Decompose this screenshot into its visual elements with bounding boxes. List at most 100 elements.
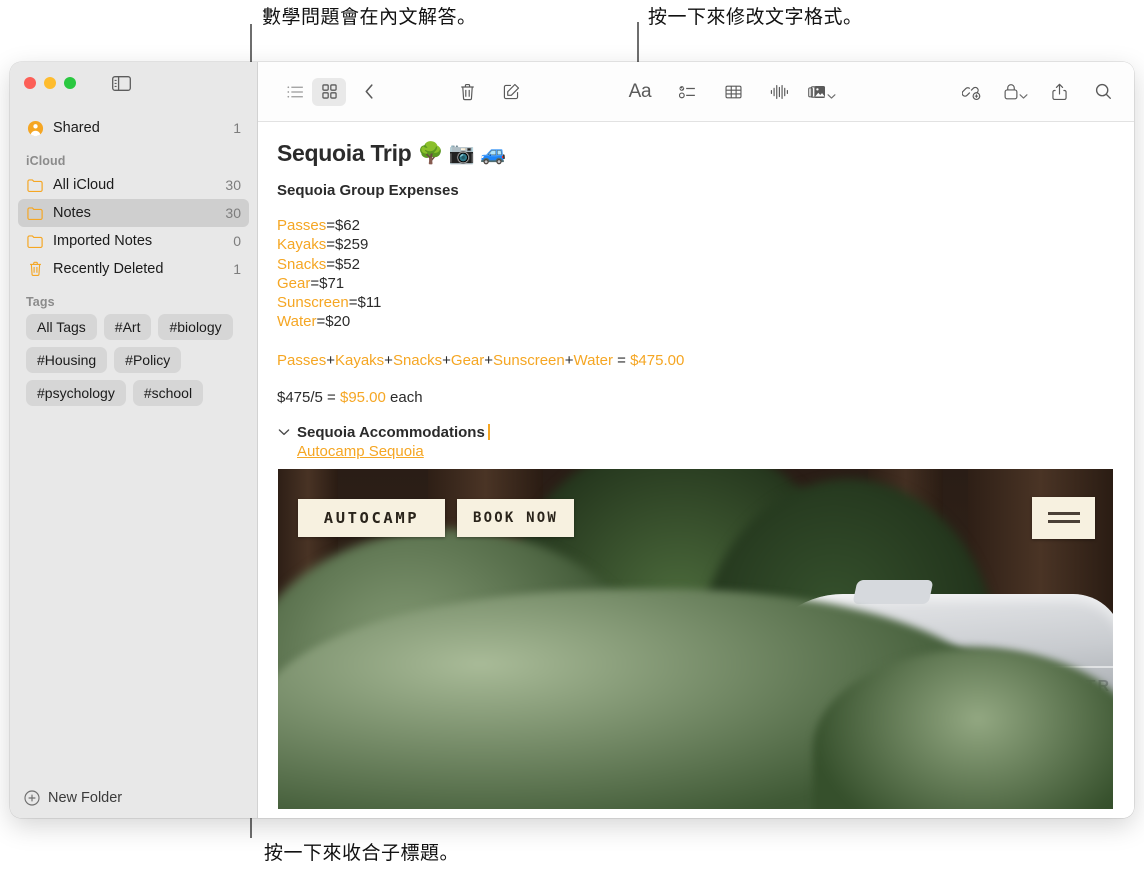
compose-icon[interactable] — [494, 78, 528, 106]
formula-operator: + — [564, 351, 574, 369]
sidebar-item-all-icloud[interactable]: All iCloud 30 — [18, 171, 249, 199]
expense-name: Snacks — [277, 255, 327, 273]
close-button[interactable] — [24, 77, 36, 89]
expense-row: Kayaks=$259 — [277, 235, 1116, 254]
plus-circle-icon — [24, 790, 40, 806]
expense-value: =$20 — [316, 313, 351, 331]
book-now-label: BOOK NOW — [472, 509, 559, 526]
note-link-autocamp[interactable]: Autocamp Sequoia — [297, 443, 424, 460]
checklist-icon[interactable] — [670, 78, 704, 106]
autocamp-logo-button[interactable]: AUTOCAMP — [298, 498, 445, 537]
sidebar-item-count: 30 — [225, 205, 241, 221]
media-icon[interactable] — [808, 78, 836, 106]
annotation-format: 按一下來修改文字格式。 — [648, 6, 863, 28]
expense-value: =$52 — [326, 255, 360, 273]
formula-operator: + — [442, 351, 451, 369]
maximize-button[interactable] — [64, 77, 76, 89]
expense-row: Gear=$71 — [277, 274, 1116, 293]
window-controls — [10, 62, 257, 104]
expense-name: Kayaks — [277, 236, 327, 254]
sidebar-item-notes[interactable]: Notes 30 — [18, 199, 249, 227]
per-person-row: $475/5 = $95.00 each — [277, 389, 1116, 406]
formula-term: Kayaks — [334, 351, 385, 369]
tag-housing[interactable]: #Housing — [26, 347, 108, 374]
folder-icon — [26, 232, 45, 250]
book-now-button[interactable]: BOOK NOW — [457, 498, 574, 537]
tag-psychology[interactable]: #psychology — [26, 380, 126, 407]
note-editor[interactable]: Sequoia Trip 🌳 📷 🚙 Sequoia Group Expense… — [258, 122, 1134, 818]
table-icon[interactable] — [716, 78, 750, 106]
audio-waveform-icon[interactable] — [762, 78, 796, 106]
sidebar-section-header-icloud: iCloud — [26, 154, 66, 168]
menu-bar — [1047, 520, 1080, 524]
toolbar: Aa — [258, 62, 1134, 122]
minimize-button[interactable] — [44, 77, 56, 89]
format-aa-icon[interactable]: Aa — [620, 78, 660, 106]
sidebar-toggle-icon[interactable] — [112, 75, 131, 91]
sidebar-item-shared[interactable]: Shared 1 — [18, 114, 249, 142]
chevron-down-icon[interactable] — [277, 425, 291, 439]
tag-all-tags[interactable]: All Tags — [26, 314, 97, 341]
formula-term: Sunscreen — [493, 351, 565, 369]
expense-row: Passes=$62 — [277, 216, 1116, 235]
chevron-down-icon[interactable] — [827, 87, 836, 99]
new-folder-label: New Folder — [48, 790, 123, 806]
autocamp-logo-label: AUTOCAMP — [323, 508, 420, 527]
sidebar-item-count: 1 — [233, 261, 241, 277]
tag-policy[interactable]: #Policy — [114, 347, 182, 374]
hamburger-menu-icon[interactable] — [1032, 496, 1095, 539]
lock-icon[interactable] — [1002, 78, 1030, 106]
text-cursor — [487, 423, 490, 440]
expense-name: Gear — [277, 274, 311, 292]
expense-value: =$11 — [348, 294, 382, 312]
expense-row: Snacks=$52 — [277, 255, 1116, 274]
tag-school[interactable]: #school — [132, 380, 204, 407]
sidebar-item-label: Notes — [53, 205, 91, 221]
expense-row: Water=$20 — [277, 312, 1116, 331]
sidebar: Shared 1 iCloud All iCloud 30 Notes 30 I… — [10, 62, 258, 818]
section-title-text: Sequoia Accommodations — [297, 423, 485, 441]
formula-term: Snacks — [392, 351, 443, 369]
formula-row: Passes+Kayaks+Snacks+Gear+Sunscreen+Wate… — [277, 352, 1116, 369]
collaborate-link-icon[interactable] — [954, 78, 988, 106]
list-view-icon[interactable] — [278, 78, 312, 106]
new-folder-button[interactable]: New Folder — [10, 778, 257, 818]
formula-operator: + — [384, 351, 393, 369]
trailer-vent — [852, 579, 934, 604]
notes-window: Shared 1 iCloud All iCloud 30 Notes 30 I… — [10, 62, 1134, 818]
sidebar-item-label: Imported Notes — [53, 233, 153, 249]
format-aa-label: Aa — [628, 80, 652, 102]
trash-icon[interactable] — [450, 78, 484, 106]
sidebar-item-label: All iCloud — [53, 177, 115, 193]
menu-bar — [1047, 512, 1080, 516]
formula-term: Water — [573, 351, 613, 369]
search-icon[interactable] — [1086, 78, 1120, 106]
sidebar-item-imported-notes[interactable]: Imported Notes 0 — [18, 227, 249, 255]
sidebar-item-label: Shared — [53, 120, 100, 136]
trash-icon — [26, 260, 45, 278]
tag-list: All Tags #Art #biology #Housing #Policy … — [10, 312, 257, 407]
expense-name: Water — [277, 313, 317, 331]
expense-list: Passes=$62 Kayaks=$259 Snacks=$52 Gear=$… — [277, 216, 1116, 332]
note-photo-autocamp[interactable]: RSTR AUTOCAMP BOOK NOW — [278, 468, 1113, 809]
sidebar-item-recently-deleted[interactable]: Recently Deleted 1 — [18, 255, 249, 283]
section-header-row: Sequoia Accommodations — [277, 423, 1116, 441]
formula-operator: + — [326, 351, 335, 369]
annotation-math: 數學問題會在內文解答。 — [262, 6, 477, 28]
chevron-down-icon[interactable] — [1019, 87, 1028, 99]
expense-value: =$62 — [326, 217, 360, 234]
sidebar-item-count: 0 — [233, 233, 241, 249]
back-chevron-icon[interactable] — [352, 78, 386, 106]
formula-equals: = — [612, 351, 631, 369]
note-title: Sequoia Trip 🌳 📷 🚙 — [277, 140, 1116, 167]
tag-art[interactable]: #Art — [103, 314, 152, 341]
share-icon[interactable] — [1042, 78, 1076, 106]
expense-value: =$259 — [326, 236, 369, 254]
note-title-emoji: 🌳 📷 🚙 — [417, 141, 507, 165]
expense-value: =$71 — [310, 274, 345, 292]
tag-biology[interactable]: #biology — [158, 314, 233, 341]
note-title-text: Sequoia Trip — [277, 140, 412, 166]
per-person-expression: $475/5 = — [277, 388, 340, 406]
note-subtitle: Sequoia Group Expenses — [277, 182, 459, 199]
gallery-view-icon[interactable] — [312, 77, 346, 106]
